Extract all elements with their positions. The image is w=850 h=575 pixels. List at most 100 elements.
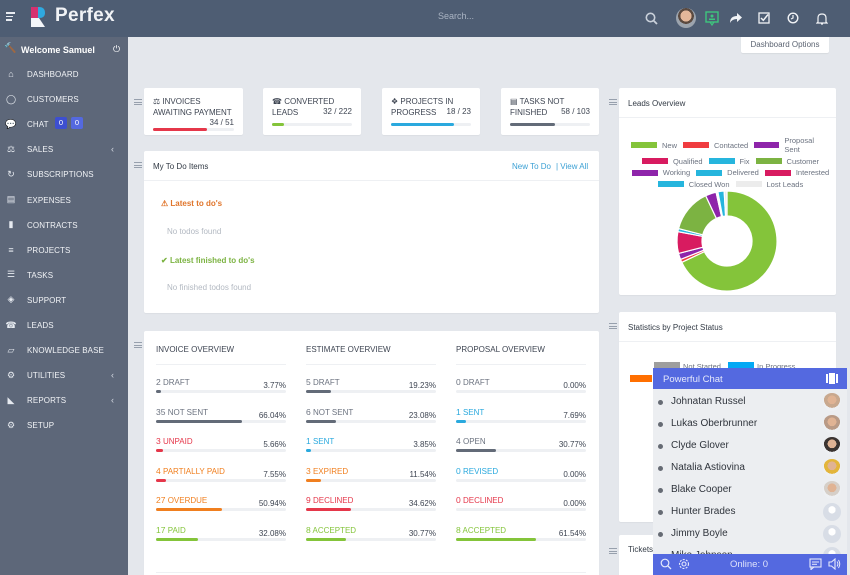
legend-item-contacted[interactable]: Contacted	[683, 136, 748, 154]
sidebar-item-setup[interactable]: ⚙ SETUP	[0, 415, 128, 437]
drag-handle-icon[interactable]	[609, 99, 617, 105]
overview-row[interactable]: 6 NOT SENT 23.08%	[306, 407, 436, 429]
chat-user-row[interactable]: Johnatan Russel	[653, 391, 847, 413]
chat-settings-icon[interactable]	[678, 558, 690, 572]
overview-count: 2	[156, 377, 161, 387]
overview-row[interactable]: 0 REVISED 0.00%	[456, 466, 586, 488]
stat-value: 34 / 51	[209, 118, 234, 127]
sidebar-item-leads[interactable]: ☎ LEADS	[0, 315, 128, 337]
chat-search-icon[interactable]	[660, 558, 672, 572]
chat-sound-icon[interactable]	[828, 557, 841, 572]
overview-percent: 0.00%	[563, 469, 586, 479]
overview-progress-track	[456, 449, 586, 452]
chat-user-row[interactable]: Natalia Astiovina	[653, 457, 847, 479]
sidebar-item-dashboard[interactable]: ⌂ DASHBOARD	[0, 64, 128, 86]
legend-item-lost-leads[interactable]: Lost Leads	[735, 180, 803, 189]
clock-icon[interactable]	[785, 10, 801, 26]
sidebar-item-customers[interactable]: ◯ CUSTOMERS	[0, 89, 128, 111]
chat-user-row[interactable]: Mike Johnson	[653, 545, 847, 554]
sidebar-item-subscriptions[interactable]: ↻ SUBSCRIPTIONS	[0, 164, 128, 186]
legend-item-closed-won[interactable]: Closed Won	[657, 180, 730, 189]
drag-handle-icon[interactable]	[134, 99, 142, 105]
chat-user-row[interactable]: Hunter Brades	[653, 501, 847, 523]
overview-row[interactable]: 2 DRAFT 3.77%	[156, 377, 286, 399]
legend-item-new[interactable]: New	[631, 136, 677, 154]
overview-row[interactable]: 0 DRAFT 0.00%	[456, 377, 586, 399]
sidebar-item-contracts[interactable]: ▮ CONTRACTS	[0, 215, 128, 237]
stat-card[interactable]: ⚖ INVOICES AWAITING PAYMENT 34 / 51	[144, 88, 243, 135]
drag-handle-icon[interactable]	[134, 162, 142, 168]
overview-row[interactable]: 3 EXPIRED 11.54%	[306, 466, 436, 488]
overview-row[interactable]: 1 SENT 3.85%	[306, 436, 436, 458]
overview-row[interactable]: 4 PARTIALLY PAID 7.55%	[156, 466, 286, 488]
new-todo-link[interactable]: New To Do	[512, 162, 551, 171]
sidebar-item-label: KNOWLEDGE BASE	[27, 346, 104, 356]
user-avatar[interactable]	[676, 8, 696, 28]
stat-title: LEADS	[272, 108, 299, 117]
welcome-text: Welcome Samuel	[21, 45, 95, 55]
area-chart-icon: ◣	[7, 394, 15, 405]
chat-user-row[interactable]: Clyde Glover	[653, 435, 847, 457]
home-icon: ⌂	[8, 69, 14, 79]
overview-row[interactable]: 27 OVERDUE 50.94%	[156, 495, 286, 517]
legend-item-delivered[interactable]: Delivered	[696, 168, 759, 177]
stat-card[interactable]: ❖ PROJECTS IN PROGRESS 18 / 23	[382, 88, 480, 135]
chevron-left-icon[interactable]: ‹	[111, 370, 114, 380]
legend-item-fix[interactable]: Fix	[708, 157, 750, 166]
overview-row[interactable]: 8 ACCEPTED 30.77%	[306, 525, 436, 547]
overview-count: 17	[156, 524, 166, 535]
dashboard-options-button[interactable]: Dashboard Options	[741, 37, 829, 53]
legend-item-working[interactable]: Working	[631, 168, 690, 177]
overview-row[interactable]: 3 UNPAID 5.66%	[156, 436, 286, 458]
legend-swatch	[764, 169, 791, 176]
logout-power-icon[interactable]: ⏻	[113, 44, 120, 55]
chevron-left-icon[interactable]: ‹	[111, 395, 114, 405]
overview-row[interactable]: 0 DECLINED 0.00%	[456, 495, 586, 517]
tasks-check-icon[interactable]	[756, 10, 772, 26]
legend-item-qualified[interactable]: Qualified	[641, 157, 703, 166]
balance-scale-icon: ⚖	[6, 143, 16, 154]
chat-messages-icon[interactable]	[809, 558, 822, 572]
overview-row[interactable]: 17 PAID 32.08%	[156, 525, 286, 547]
legend-item-interested[interactable]: Interested	[764, 168, 829, 177]
search-icon[interactable]	[643, 10, 659, 26]
legend-item-proposal-sent[interactable]: Proposal Sent	[754, 136, 830, 154]
chat-header[interactable]: Powerful Chat	[653, 368, 847, 389]
chat-user-row[interactable]: Jimmy Boyle	[653, 523, 847, 545]
overview-row[interactable]: 1 SENT 7.69%	[456, 407, 586, 429]
chat-window-icon[interactable]	[826, 373, 838, 387]
chevron-left-icon[interactable]: ‹	[111, 144, 114, 154]
legend-swatch	[754, 142, 780, 148]
stat-progress-fill	[510, 123, 556, 126]
overview-row[interactable]: 35 NOT SENT 66.04%	[156, 407, 286, 429]
drag-handle-icon[interactable]	[609, 323, 617, 329]
chat-user-row[interactable]: Blake Cooper	[653, 479, 847, 501]
overview-row[interactable]: 5 DRAFT 19.23%	[306, 377, 436, 399]
search-input[interactable]	[438, 11, 618, 21]
powerful-chat-panel: Powerful Chat Johnatan Russel Lukas Ober…	[653, 368, 847, 575]
overview-row[interactable]: 8 ACCEPTED 61.54%	[456, 525, 586, 547]
stat-card[interactable]: ☎ CONVERTED LEADS 32 / 222	[263, 88, 361, 135]
overview-row[interactable]: 4 OPEN 30.77%	[456, 436, 586, 458]
hamburger-menu-icon[interactable]	[6, 12, 15, 22]
sidebar-item-utilities[interactable]: ⚙ UTILITIES ‹	[0, 365, 128, 387]
drag-handle-icon[interactable]	[609, 548, 617, 554]
share-icon[interactable]	[727, 10, 743, 26]
sidebar-item-chat[interactable]: 💬 CHAT 0 0	[0, 114, 128, 136]
sidebar-item-knowledge-base[interactable]: ▱ KNOWLEDGE BASE	[0, 340, 128, 362]
stat-card[interactable]: ▤ TASKS NOT FINISHED 58 / 103	[501, 88, 599, 135]
chat-user-row[interactable]: Lukas Oberbrunner	[653, 413, 847, 435]
sidebar-item-expenses[interactable]: ▤ EXPENSES	[0, 190, 128, 212]
drag-handle-icon[interactable]	[134, 342, 142, 348]
sidebar-item-tasks[interactable]: ☰ TASKS	[0, 265, 128, 287]
bell-icon[interactable]	[814, 10, 830, 26]
sidebar-item-projects[interactable]: ≡ PROJECTS	[0, 240, 128, 262]
legend-item-customer[interactable]: Customer	[755, 157, 819, 166]
qr-chat-icon[interactable]	[704, 10, 720, 26]
sidebar-item-reports[interactable]: ◣ REPORTS ‹	[0, 390, 128, 412]
sidebar-item-support[interactable]: ◈ SUPPORT	[0, 290, 128, 312]
view-all-link[interactable]: | View All	[556, 162, 588, 171]
sidebar-item-sales[interactable]: ⚖ SALES ‹	[0, 139, 128, 161]
overview-row[interactable]: 9 DECLINED 34.62%	[306, 495, 436, 517]
chat-badge: 0	[55, 117, 67, 130]
